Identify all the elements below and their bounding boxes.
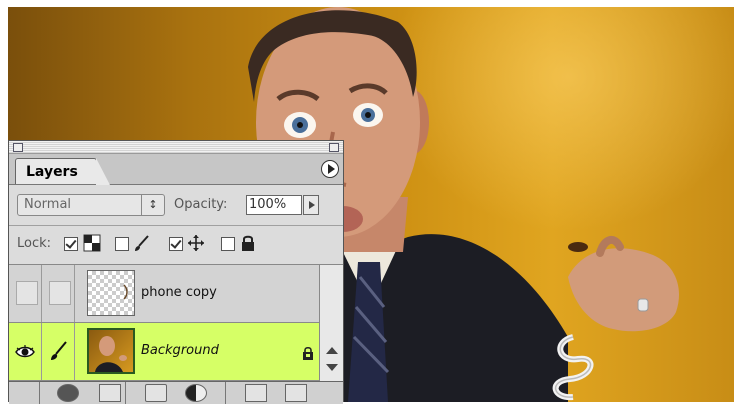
layer-row-background[interactable]: Background <box>9 323 319 381</box>
opacity-label: Opacity: <box>174 197 228 212</box>
layer-scrollbar[interactable] <box>319 265 343 381</box>
layer-name: Background <box>141 343 219 358</box>
brush-icon <box>51 341 67 360</box>
separator <box>125 382 126 404</box>
new-layer-icon[interactable] <box>245 384 267 402</box>
brush-icon <box>135 235 149 251</box>
layer-thumbnail <box>87 328 135 374</box>
separator <box>39 382 40 404</box>
visibility-toggle[interactable] <box>9 265 42 322</box>
palette-menu-button[interactable] <box>321 160 339 178</box>
opacity-input[interactable]: 100% <box>246 195 302 215</box>
palette-title-bar[interactable] <box>9 141 343 154</box>
lock-label: Lock: <box>17 236 52 251</box>
up-down-arrows-icon: ↕ <box>141 195 164 215</box>
blend-mode-select[interactable]: Normal ↕ <box>17 194 165 216</box>
layers-palette: Layers Normal ↕ Opacity: 100% Lock: phon… <box>8 140 344 404</box>
lock-image-checkbox[interactable] <box>115 237 129 251</box>
adjustment-layer-icon[interactable] <box>185 384 207 402</box>
visibility-toggle[interactable] <box>9 323 42 380</box>
move-icon <box>188 235 204 251</box>
transparency-icon <box>83 234 101 252</box>
layer-lock-icon <box>303 346 313 360</box>
link-toggle[interactable] <box>42 265 75 322</box>
collapse-box-icon[interactable] <box>329 143 339 152</box>
layer-row-phone-copy[interactable]: phone copy <box>9 265 319 323</box>
separator <box>225 382 226 404</box>
tab-layers[interactable]: Layers <box>15 158 110 185</box>
opacity-slider-button[interactable] <box>303 195 319 215</box>
trash-icon[interactable] <box>285 384 307 402</box>
tab-layers-label: Layers <box>26 164 78 180</box>
blend-row: Normal ↕ Opacity: 100% <box>9 185 343 226</box>
empty-visibility-box <box>16 281 38 305</box>
lock-position-checkbox[interactable] <box>169 237 183 251</box>
phone-cord-thumbnail-icon <box>123 284 128 300</box>
lock-row: Lock: <box>9 226 343 265</box>
layer-list: phone copy Background <box>9 265 319 381</box>
layer-thumbnail <box>87 270 135 316</box>
close-box-icon[interactable] <box>13 143 23 152</box>
palette-tab-row: Layers <box>9 154 343 185</box>
layer-style-icon[interactable] <box>57 384 79 402</box>
lock-icon <box>242 235 254 251</box>
scroll-down-icon[interactable] <box>326 364 338 371</box>
blend-mode-value: Normal <box>24 197 72 212</box>
paint-brush-toggle[interactable] <box>42 323 75 380</box>
scroll-up-icon[interactable] <box>326 347 338 354</box>
photo-thumbnail-icon <box>95 336 127 372</box>
layer-name: phone copy <box>141 285 217 300</box>
empty-link-box <box>49 281 71 305</box>
opacity-value: 100% <box>249 197 287 212</box>
palette-bottom-bar <box>9 381 343 404</box>
layer-mask-icon[interactable] <box>99 384 121 402</box>
new-layer-set-icon[interactable] <box>145 384 167 402</box>
eye-icon <box>15 345 35 358</box>
lock-transparent-checkbox[interactable] <box>64 237 78 251</box>
lock-all-checkbox[interactable] <box>221 237 235 251</box>
